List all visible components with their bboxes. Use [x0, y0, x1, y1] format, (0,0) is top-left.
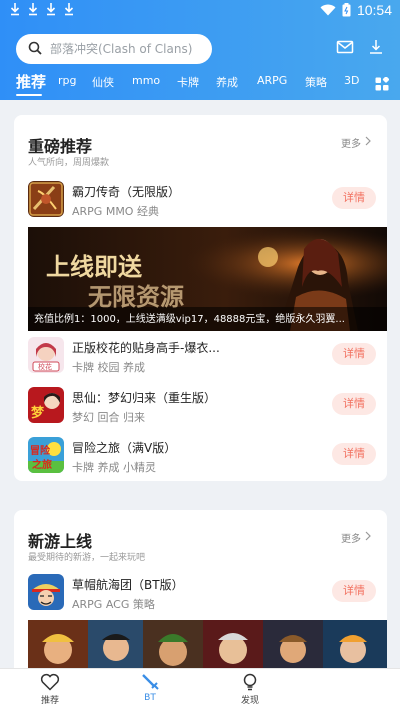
- detail-button[interactable]: 详情: [332, 580, 376, 602]
- game-icon: [28, 181, 64, 217]
- download-icon: [368, 38, 390, 56]
- game-icon: [28, 574, 64, 610]
- svg-text:梦: 梦: [31, 405, 45, 421]
- search-bar[interactable]: [16, 34, 212, 64]
- detail-button[interactable]: 详情: [332, 393, 376, 415]
- detail-button[interactable]: 详情: [332, 187, 376, 209]
- banner-headline: 上线即送: [46, 253, 143, 281]
- tab-arpg[interactable]: ARPG: [257, 74, 287, 87]
- game-name: 草帽航海团（BT版）: [72, 578, 184, 592]
- app-header: 10:54 推荐 rpg 仙侠 mmo 卡牌 养成 ARPG 策略 3D: [0, 0, 400, 100]
- section-subtitle: 最受期待的新游，一起来玩吧: [28, 553, 146, 563]
- clock: 10:54: [356, 2, 392, 18]
- nav-label: 发现: [240, 696, 259, 706]
- chevron-right-icon: [365, 136, 371, 149]
- download-manager-button[interactable]: [368, 38, 390, 60]
- more-link[interactable]: 更多: [341, 530, 371, 545]
- nav-bt[interactable]: BT: [120, 673, 180, 703]
- game-name: 冒险之旅（满V版）: [72, 441, 177, 455]
- banner-caption: 充值比例1：1000，上线送满级vip17，48888元宝，绝版永久羽翼...: [34, 314, 345, 325]
- tab-strategy[interactable]: 策略: [305, 74, 327, 90]
- svg-text:之旅: 之旅: [32, 458, 52, 471]
- download-icon: [46, 2, 56, 16]
- game-name: 正版校花的贴身高手-爆衣...: [72, 341, 220, 355]
- section-title: 重磅推荐: [28, 137, 93, 156]
- nav-label: BT: [144, 693, 156, 703]
- game-tags: ARPG MMO 经典: [72, 205, 159, 218]
- more-link[interactable]: 更多: [341, 135, 371, 150]
- tab-nurture[interactable]: 养成: [216, 74, 238, 90]
- battery-icon: [342, 3, 351, 17]
- download-icon: [28, 2, 38, 16]
- mail-icon: [336, 38, 358, 56]
- game-tags: 卡牌 养成 小精灵: [72, 461, 156, 474]
- heart-icon: [20, 673, 80, 691]
- game-item[interactable]: 霸刀传奇（无限版） ARPG MMO 经典 详情: [26, 181, 376, 225]
- tab-rpg[interactable]: rpg: [58, 74, 77, 87]
- promo-banner[interactable]: 上线即送 无限资源 充值比例1：1000，上线送满级vip17，48888元宝，…: [28, 227, 387, 331]
- download-icon: [64, 2, 74, 16]
- banner-headline-2: 无限资源: [88, 283, 184, 311]
- nav-discover[interactable]: 发现: [220, 673, 280, 706]
- search-input[interactable]: [50, 42, 200, 56]
- chevron-right-icon: [365, 531, 371, 544]
- bottom-navigation: 推荐 BT 发现: [0, 668, 400, 711]
- svg-text:冒险: 冒险: [30, 444, 51, 457]
- detail-button[interactable]: 详情: [332, 343, 376, 365]
- game-tags: 梦幻 回合 归来: [72, 411, 145, 424]
- game-name: 思仙：梦幻归来（重生版）: [72, 391, 217, 405]
- featured-section: 重磅推荐 人气所向，周周爆款 更多 霸刀传奇（无限版） ARPG MMO 经典 …: [14, 115, 387, 481]
- svg-text:校花: 校花: [38, 362, 52, 371]
- search-icon: [28, 40, 42, 59]
- section-title: 新游上线: [28, 532, 93, 551]
- game-item[interactable]: 草帽航海团（BT版） ARPG ACG 策略 详情: [26, 574, 376, 618]
- game-icon: 梦: [28, 387, 64, 423]
- game-item[interactable]: 冒险 之旅 冒险之旅（满V版） 卡牌 养成 小精灵 详情: [26, 437, 376, 481]
- game-tags: ARPG ACG 策略: [72, 598, 155, 611]
- game-tags: 卡牌 校园 养成: [72, 361, 145, 374]
- status-bar: 10:54: [0, 0, 400, 22]
- wifi-icon: [320, 4, 336, 16]
- tab-3d[interactable]: 3D: [344, 74, 359, 87]
- nav-label: 推荐: [40, 696, 59, 706]
- tab-mmo[interactable]: mmo: [132, 74, 160, 87]
- category-tabs: 推荐 rpg 仙侠 mmo 卡牌 养成 ARPG 策略 3D: [0, 71, 400, 98]
- all-categories-icon[interactable]: [375, 76, 390, 95]
- game-icon: 冒险 之旅: [28, 437, 64, 473]
- tab-recommend[interactable]: 推荐: [16, 71, 46, 92]
- sword-icon: [120, 673, 180, 691]
- game-item[interactable]: 校花 正版校花的贴身高手-爆衣... 卡牌 校园 养成 详情: [26, 337, 376, 381]
- download-icon: [10, 2, 20, 16]
- new-games-section: 新游上线 最受期待的新游，一起来玩吧 更多 草帽航海团（BT版） ARPG AC…: [14, 510, 387, 690]
- nav-recommend[interactable]: 推荐: [20, 673, 80, 706]
- tab-card[interactable]: 卡牌: [177, 74, 199, 90]
- game-name: 霸刀传奇（无限版）: [72, 185, 181, 199]
- detail-button[interactable]: 详情: [332, 443, 376, 465]
- tab-xianxia[interactable]: 仙侠: [92, 74, 114, 90]
- section-subtitle: 人气所向，周周爆款: [28, 158, 110, 168]
- active-tab-indicator: [16, 94, 42, 96]
- game-icon: 校花: [28, 337, 64, 373]
- game-item[interactable]: 梦 思仙：梦幻归来（重生版） 梦幻 回合 归来 详情: [26, 387, 376, 431]
- message-button[interactable]: [336, 38, 358, 60]
- lightbulb-icon: [220, 673, 280, 691]
